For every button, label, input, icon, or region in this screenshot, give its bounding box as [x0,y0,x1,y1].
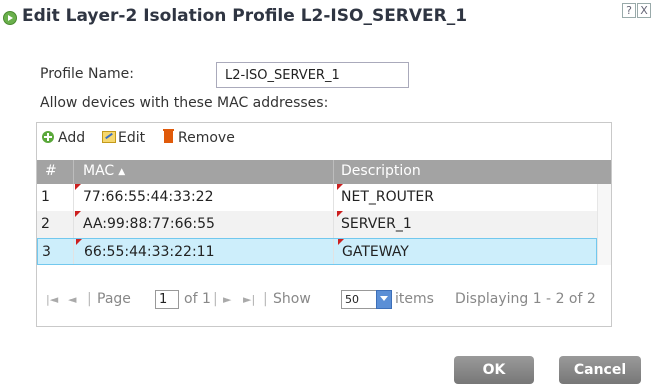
table-row[interactable]: 1 77:66:55:44:33:22 NET_ROUTER [37,184,597,211]
profile-name-input[interactable] [216,62,409,88]
remove-button[interactable]: Remove [163,129,235,146]
pager-divider: | [263,291,268,307]
edit-label: Edit [118,130,146,146]
modified-marker-icon [75,211,81,217]
column-divider[interactable] [333,160,334,184]
edit-icon [102,131,116,143]
items-label: items [395,291,434,307]
row-divider [73,211,74,238]
row-divider [333,211,334,238]
profile-name-label: Profile Name: [40,66,135,82]
first-page-icon[interactable]: |◄ [46,293,58,306]
edit-button[interactable]: Edit [102,130,145,146]
column-divider[interactable] [73,160,74,184]
allow-mac-label: Allow devices with these MAC addresses: [40,95,329,111]
chevron-down-icon[interactable] [376,290,392,309]
table-toolbar: Add Edit Remove [37,123,611,153]
column-header-description[interactable]: Description [341,163,421,179]
next-page-icon[interactable]: ► [223,293,231,306]
close-icon[interactable]: X [637,3,651,18]
row-description: NET_ROUTER [341,189,434,205]
add-icon [42,131,54,143]
cancel-button[interactable]: Cancel [559,356,641,384]
pager-divider: | [213,291,218,307]
row-mac: AA:99:88:77:66:55 [83,216,215,232]
table-row-selected[interactable]: 3 66:55:44:33:22:11 GATEWAY [37,238,597,265]
modified-marker-icon [75,184,81,190]
items-per-page-select[interactable]: 50 [341,290,392,309]
page-label: Page [97,291,131,307]
table-row[interactable]: 2 AA:99:88:77:66:55 SERVER_1 [37,211,597,238]
modified-marker-icon [76,239,82,245]
help-icon[interactable]: ? [622,3,636,18]
displaying-status: Displaying 1 - 2 of 2 [455,291,596,307]
row-num: 1 [41,189,50,205]
show-label: Show [273,291,311,307]
last-page-icon[interactable]: ►| [243,293,255,306]
prev-page-icon[interactable]: ◄ [68,293,76,306]
row-description: SERVER_1 [341,216,412,232]
table-header: # MAC ▲ Description [37,160,611,184]
row-mac: 77:66:55:44:33:22 [83,189,214,205]
trash-icon [163,129,174,143]
pager-divider: | [87,291,92,307]
row-mac: 66:55:44:33:22:11 [84,244,215,260]
column-header-num[interactable]: # [45,163,57,179]
items-per-page-value: 50 [345,293,359,306]
dialog-title-bar: Edit Layer-2 Isolation Profile L2-ISO_SE… [0,0,652,38]
dialog-title: Edit Layer-2 Isolation Profile L2-ISO_SE… [22,6,468,26]
page-number-input[interactable] [155,290,179,309]
row-num: 3 [42,244,51,260]
remove-label: Remove [178,130,235,146]
page-count-label: of 1 [184,291,211,307]
column-header-mac[interactable]: MAC ▲ [83,163,125,179]
add-label: Add [58,130,86,146]
add-button[interactable]: Add [42,130,85,146]
row-num: 2 [41,216,50,232]
ok-button[interactable]: OK [454,356,534,384]
table-scrollbar[interactable] [597,184,611,265]
row-divider [73,184,74,211]
sort-ascending-icon: ▲ [118,167,126,177]
row-description: GATEWAY [342,244,409,260]
edit-profile-icon [3,11,17,25]
row-divider [73,239,74,264]
mac-address-table: Add Edit Remove # MAC ▲ Description 1 77:… [36,122,612,327]
row-divider [333,184,334,211]
pagination-bar: |◄ ◄ | Page of 1 | ► ►| | Show 50 items … [37,286,611,316]
row-divider [333,239,334,264]
mac-header-label: MAC [83,163,115,179]
